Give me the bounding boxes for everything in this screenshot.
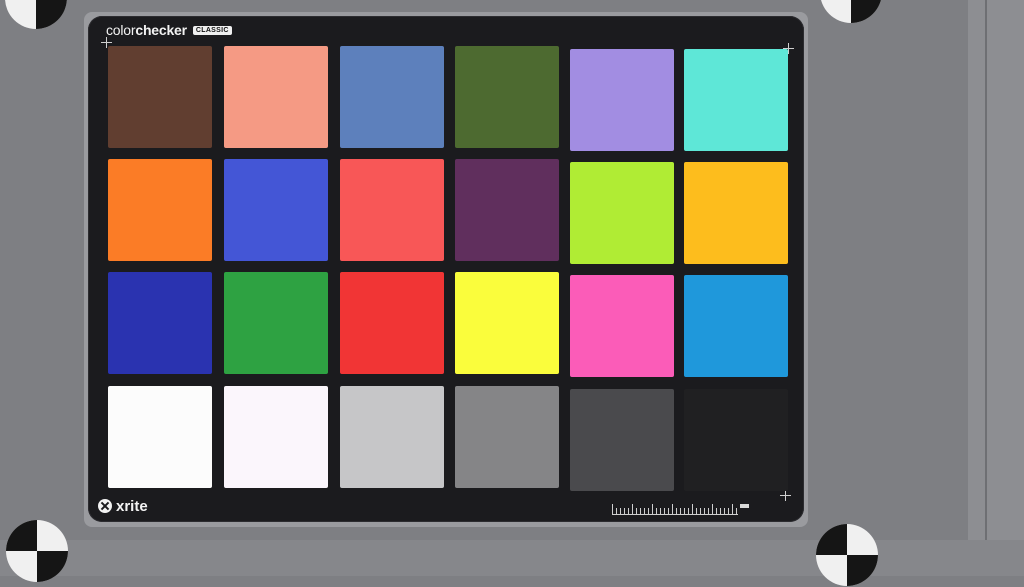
color-patch-cyan bbox=[684, 275, 788, 377]
color-patch-black bbox=[684, 389, 788, 491]
ruler-tick bbox=[708, 508, 709, 514]
ruler-tick bbox=[668, 508, 669, 514]
ruler-tick bbox=[620, 508, 621, 514]
color-patch-purple bbox=[455, 159, 559, 261]
color-patch-yellow bbox=[455, 272, 559, 374]
color-patch-red bbox=[340, 272, 444, 374]
color-patch-yellow-green bbox=[570, 162, 674, 264]
color-patch-foliage bbox=[455, 46, 559, 148]
ruler-tick bbox=[616, 508, 617, 514]
ruler-tick bbox=[692, 504, 693, 514]
color-patch-blue-flower bbox=[570, 49, 674, 151]
registration-target-bottom-right bbox=[816, 524, 878, 586]
ruler-tick bbox=[628, 508, 629, 514]
ruler-tick bbox=[640, 508, 641, 514]
ruler-tick bbox=[660, 508, 661, 514]
ruler-tick bbox=[632, 504, 633, 514]
ruler-tick bbox=[652, 504, 653, 514]
color-patch-green bbox=[224, 272, 328, 374]
colorchecker-card: color checker CLASSIC xrite bbox=[88, 16, 804, 522]
background-panel-edge bbox=[985, 0, 987, 576]
maker-logo: xrite bbox=[98, 497, 148, 515]
color-patch-magenta bbox=[570, 275, 674, 377]
ruler-tick bbox=[636, 508, 637, 514]
ruler-tick bbox=[656, 508, 657, 514]
ruler-tick bbox=[720, 508, 721, 514]
ruler-tick bbox=[688, 508, 689, 514]
background-panel-right bbox=[968, 0, 1024, 576]
ruler-tag bbox=[740, 504, 749, 508]
color-patch-neutral-5 bbox=[455, 386, 559, 488]
ruler-tick bbox=[696, 508, 697, 514]
maker-logo-text: xrite bbox=[116, 497, 148, 515]
ruler-tick bbox=[684, 508, 685, 514]
registration-target-top-left bbox=[5, 0, 67, 29]
color-patch-purplish-blue bbox=[224, 159, 328, 261]
color-patch-grid bbox=[88, 16, 804, 522]
color-patch-neutral-6-5 bbox=[340, 386, 444, 488]
color-patch-orange-yellow bbox=[684, 162, 788, 264]
xrite-mark-icon bbox=[98, 499, 112, 513]
ruler-tick bbox=[724, 508, 725, 514]
ruler-tick bbox=[672, 504, 673, 514]
color-patch-white bbox=[108, 386, 212, 488]
ruler-baseline bbox=[612, 514, 738, 515]
color-patch-neutral-8 bbox=[224, 386, 328, 488]
color-patch-blue bbox=[108, 272, 212, 374]
ruler-tick bbox=[728, 508, 729, 514]
ruler-tick bbox=[664, 508, 665, 514]
color-patch-dark-skin bbox=[108, 46, 212, 148]
ruler-tick bbox=[700, 508, 701, 514]
color-patch-blue-sky bbox=[340, 46, 444, 148]
ruler-tick bbox=[712, 504, 713, 514]
ruler-tick bbox=[704, 508, 705, 514]
ruler-tick bbox=[680, 508, 681, 514]
ruler-tick bbox=[676, 508, 677, 514]
registration-target-top-right bbox=[821, 0, 881, 23]
color-patch-light-skin bbox=[224, 46, 328, 148]
registration-target-bottom-left bbox=[6, 520, 68, 582]
ruler-tick bbox=[648, 508, 649, 514]
color-patch-bluish-green bbox=[684, 49, 788, 151]
ruler-tick bbox=[716, 508, 717, 514]
ruler-tick bbox=[644, 508, 645, 514]
color-patch-neutral-3-5 bbox=[570, 389, 674, 491]
color-patch-moderate-red bbox=[340, 159, 444, 261]
color-patch-orange bbox=[108, 159, 212, 261]
ruler-tick bbox=[732, 504, 733, 514]
ruler-tick bbox=[612, 504, 613, 514]
ruler-tick bbox=[736, 508, 737, 514]
ruler-tick bbox=[624, 508, 625, 514]
